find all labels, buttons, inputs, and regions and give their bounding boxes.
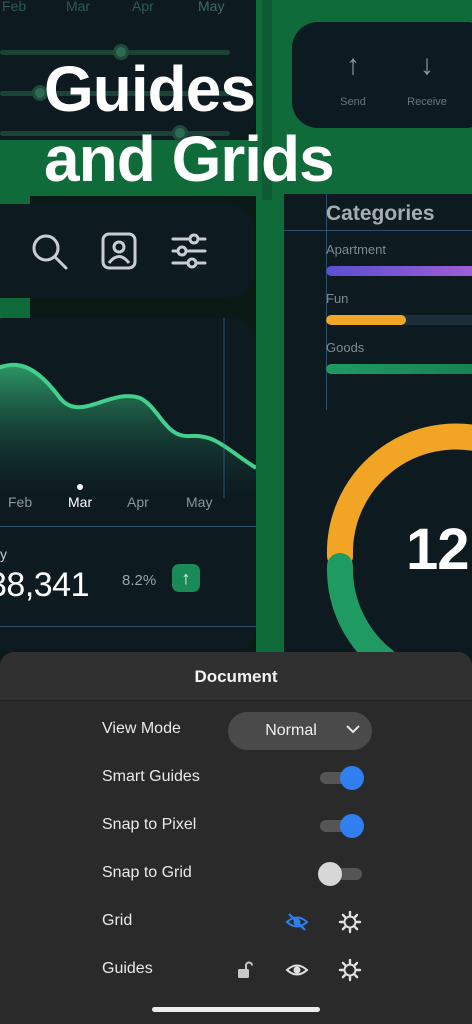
category-bar [326,364,472,374]
arrow-up-badge-icon: ↑ [172,564,200,592]
snap-grid-row: Snap to Grid [0,850,472,898]
eye-icon[interactable] [285,958,309,982]
divider [0,626,256,627]
sheet-title: Document [0,652,472,701]
category-label: Fun [326,291,349,306]
x-tick-label: Apr [127,494,149,510]
smart-guides-row: Smart Guides [0,754,472,802]
artboard-canvas: Feb Mar Apr May ↑ Send ↓ Receive Guides … [0,0,472,1024]
grid-row: Grid [0,898,472,946]
guides-row: Guides [0,946,472,994]
x-tick-label[interactable]: Mar [68,494,92,510]
top-month-label: Mar [66,0,91,14]
donut-arc-green [326,553,397,660]
receive-button[interactable]: ↓ Receive [390,22,464,128]
receive-label: Receive [407,96,447,108]
stat-value: 38,341 [0,566,90,604]
categories-card: Categories Apartment Fun Goods [284,194,472,410]
snap-grid-label: Snap to Grid [102,864,192,881]
view-mode-label: View Mode [102,720,181,737]
hero-title: Guides and Grids [44,53,335,195]
category-fill [326,364,472,374]
smart-guides-label: Smart Guides [102,768,200,785]
home-indicator[interactable] [152,1007,320,1012]
donut-card: 12 [284,410,472,660]
hero-title-line2: and Grids [44,123,335,195]
snap-pixel-row: Snap to Pixel [0,802,472,850]
snap-pixel-toggle[interactable] [318,814,364,838]
top-month-label: Feb [2,0,27,14]
top-month-label: Apr [132,0,154,14]
snap-pixel-label: Snap to Pixel [102,816,197,833]
active-month-dot [77,484,83,490]
guides-label: Guides [102,960,153,977]
hero-title-line1: Guides [44,53,256,125]
arrow-down-icon: ↓ [420,49,434,80]
category-fill [326,266,472,276]
guide-line [284,230,472,231]
area-fill [0,365,256,498]
view-mode-select[interactable]: Normal [228,712,372,750]
filter-sliders-icon[interactable] [168,230,210,272]
snap-grid-toggle[interactable] [318,862,364,886]
top-month-axis: Feb Mar Apr May [0,0,260,18]
stat-change: 8.2% [122,572,157,589]
grid-label: Grid [102,912,133,929]
category-fill [326,315,406,325]
gear-icon[interactable] [338,958,362,982]
stat-label: y [0,546,7,562]
eye-slash-icon[interactable] [285,910,309,934]
contact-icon[interactable] [98,230,140,272]
view-mode-value: Normal [265,722,317,739]
document-settings-sheet: Document View Mode Normal Smart Guides S… [0,652,472,1024]
categories-title: Categories [326,202,435,225]
category-bar [326,266,472,276]
chevron-down-icon [346,725,360,734]
divider [0,526,256,527]
gear-icon[interactable] [338,910,362,934]
top-month-label: May [198,0,225,14]
unlock-icon[interactable] [232,958,256,982]
x-tick-label: Feb [8,494,33,510]
category-label: Apartment [326,242,386,257]
view-mode-row: View Mode Normal [0,706,472,754]
donut-value: 12 [406,517,470,582]
x-tick-label: May [186,494,213,510]
category-bar [326,315,472,325]
smart-guides-toggle[interactable] [318,766,364,790]
chart-card: Feb Mar Apr May y 38,341 8.2% ↑ [0,318,256,652]
icon-toolbar [0,204,254,298]
category-label: Goods [326,340,365,355]
area-chart [0,318,256,498]
search-icon[interactable] [28,230,70,272]
